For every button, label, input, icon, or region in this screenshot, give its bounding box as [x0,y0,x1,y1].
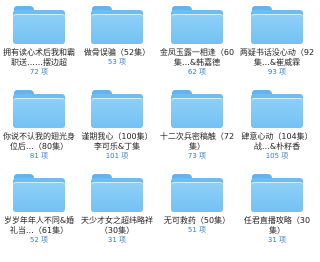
folder-count: 62 项 [187,68,207,76]
folder-icon [171,90,223,128]
folder-icon [251,6,303,44]
folder-name: 岁岁年年人不同&婚礼当…（61集） [3,216,75,235]
folder-count: 31 项 [107,236,127,244]
folder-item[interactable]: 岁岁年年人不同&婚礼当…（61集） 52 项 [0,174,78,260]
folder-name: 金凤玉露一相逢（60集…&韩嘉德 [159,48,235,67]
folder-icon [91,6,143,44]
folder-count: 101 项 [105,152,129,160]
folder-name: 谨期我心（100集）李可乐&丁集 [81,132,153,151]
folder-icon [171,6,223,44]
folder-icon [91,90,143,128]
folder-item[interactable]: 做骨误骗（52集） 53 项 [78,6,156,92]
folder-name: 你说不认我的翅光身位后…（80集） [3,132,75,151]
folder-name: 天少才女之超纬略祥（30集） [81,216,153,235]
folder-grid: 拥有读心术后我和霸职送……摆边超 72 项 做骨误骗（52集） 53 项 金凤玉… [0,0,320,262]
folder-count: 53 项 [107,58,127,66]
folder-count: 52 项 [29,236,49,244]
folder-count: 73 项 [187,152,207,160]
folder-item[interactable]: 十二次兵密稿触（72集） 73 项 [158,90,236,176]
folder-item[interactable]: 金凤玉露一相逢（60集…&韩嘉德 62 项 [158,6,236,92]
folder-name: 两疑书话没心动（92集…&崔威霖 [239,48,315,67]
folder-count: 72 项 [29,68,49,76]
folder-count: 31 项 [267,236,287,244]
folder-item[interactable]: 肆意心动（104集）战…&朴籽香 105 项 [238,90,316,176]
folder-item[interactable]: 你说不认我的翅光身位后…（80集） 81 项 [0,90,78,176]
folder-icon [91,174,143,212]
folder-icon [251,174,303,212]
folder-item[interactable]: 谨期我心（100集）李可乐&丁集 101 项 [78,90,156,176]
folder-name: 任君直播攻略（30集） [243,216,311,235]
folder-icon [13,6,65,44]
folder-icon [171,174,223,212]
folder-icon [13,90,65,128]
folder-count: 81 项 [29,152,49,160]
folder-item[interactable]: 任君直播攻略（30集） 31 项 [238,174,316,260]
folder-item[interactable]: 拥有读心术后我和霸职送……摆边超 72 项 [0,6,78,92]
folder-item[interactable]: 天少才女之超纬略祥（30集） 31 项 [78,174,156,260]
folder-icon [13,174,65,212]
folder-count: 51 项 [187,226,207,234]
folder-count: 93 项 [267,68,287,76]
folder-item[interactable]: 无可救药（50集） 51 项 [158,174,236,260]
folder-name: 无可救药（50集） [163,216,231,225]
folder-count: 105 项 [265,152,289,160]
folder-name: 十二次兵密稿触（72集） [159,132,235,151]
folder-name: 肆意心动（104集）战…&朴籽香 [241,132,313,151]
folder-name: 做骨误骗（52集） [83,48,151,57]
folder-item[interactable]: 两疑书话没心动（92集…&崔威霖 93 项 [238,6,316,92]
folder-name: 拥有读心术后我和霸职送……摆边超 [3,48,75,67]
folder-icon [251,90,303,128]
